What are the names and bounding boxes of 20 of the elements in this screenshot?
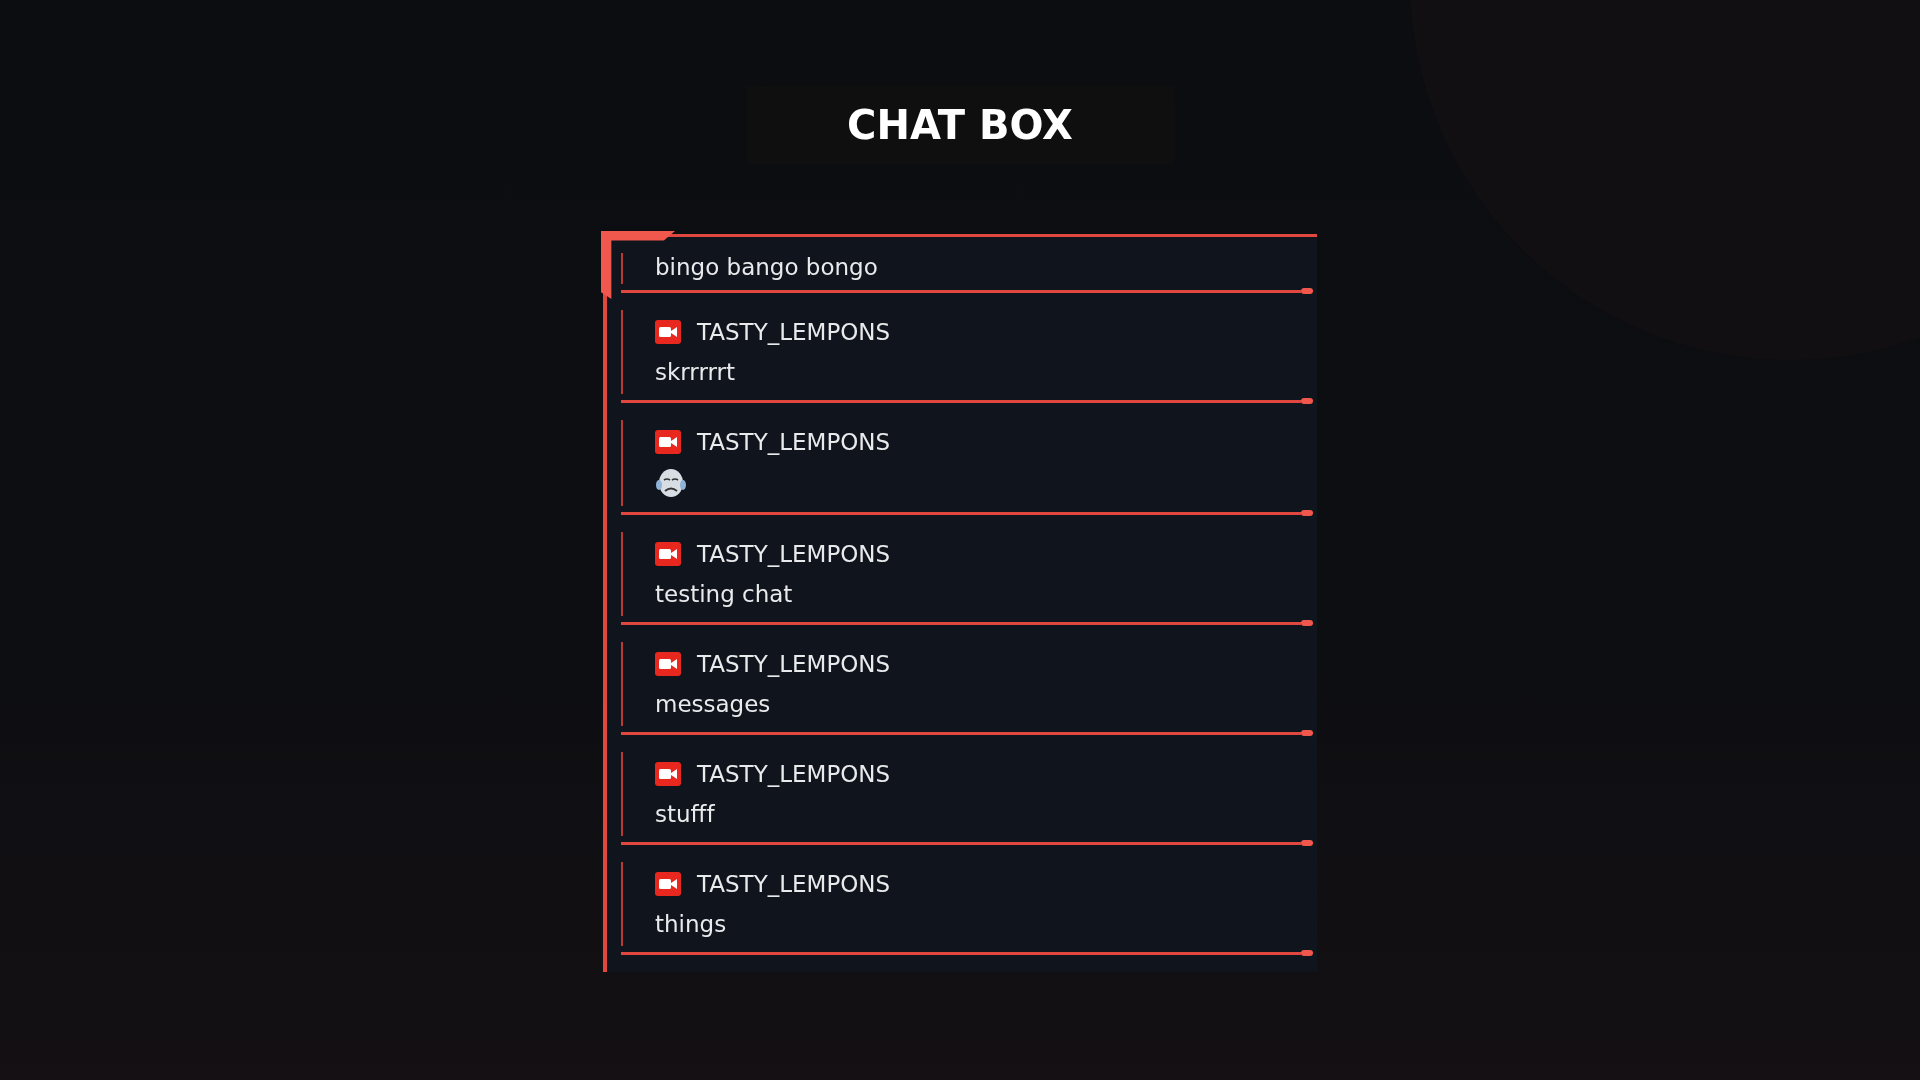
username: TASTY_LEMPONS <box>697 650 891 678</box>
video-camera-icon <box>655 762 681 786</box>
page-title: CHAT BOX <box>847 101 1073 150</box>
video-camera-icon <box>655 320 681 344</box>
chat-message-text: testing chat <box>655 580 794 608</box>
crying-face-icon <box>655 468 687 498</box>
username: TASTY_LEMPONS <box>697 318 891 346</box>
video-camera-icon <box>655 872 681 896</box>
chat-message-text: things <box>655 910 728 938</box>
video-camera-icon <box>655 430 681 454</box>
username: TASTY_LEMPONS <box>697 540 891 568</box>
username: TASTY_LEMPONS <box>697 870 891 898</box>
chat-message-text: skrrrrrt <box>655 358 736 386</box>
username: TASTY_LEMPONS <box>697 428 891 456</box>
chat-message-text: messages <box>655 690 772 718</box>
username: TASTY_LEMPONS <box>697 760 891 788</box>
chat-message-text: stufff <box>655 800 716 828</box>
video-camera-icon <box>655 542 681 566</box>
video-camera-icon <box>655 652 681 676</box>
chat-message-text: bingo bango bongo <box>655 254 878 280</box>
